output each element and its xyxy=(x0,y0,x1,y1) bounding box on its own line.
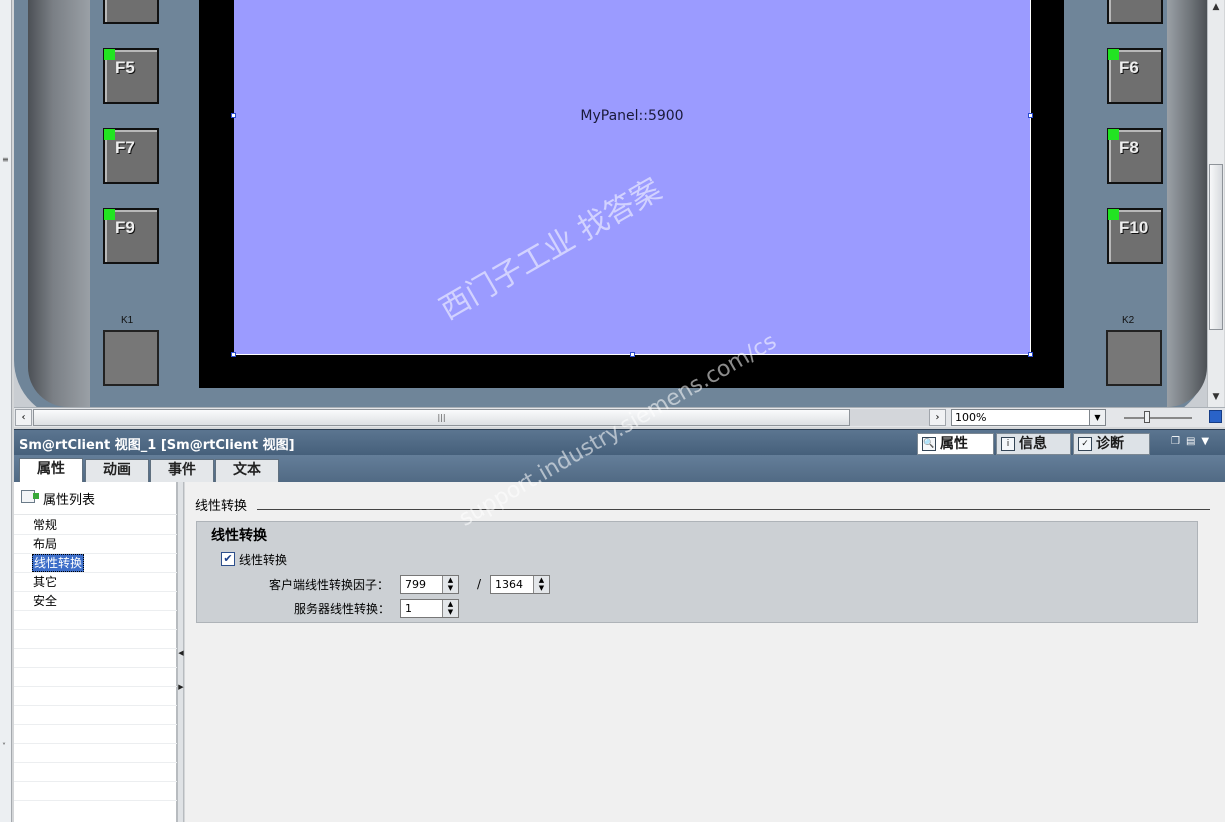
tab-diagnostics[interactable]: ✓ 诊断 xyxy=(1073,433,1150,455)
inspector-header: Sm@rtClient 视图_1 [Sm@rtClient 视图] 🔍 属性 i信… xyxy=(14,429,1225,455)
resize-handle[interactable] xyxy=(1028,352,1033,357)
chevron-down-icon[interactable]: ▼ xyxy=(1089,409,1106,426)
window-controls-icon[interactable]: ❐▤▼ xyxy=(1171,436,1215,447)
info-icon: i xyxy=(1001,437,1015,451)
scroll-right-icon[interactable]: › xyxy=(929,409,946,426)
nav-divider xyxy=(14,705,177,706)
editor-canvas: MyPanel::5900 F5 F7 F9 F6 F8 F10 K1 K2 xyxy=(14,0,1207,407)
key-led-icon xyxy=(104,209,115,220)
zoom-slider[interactable] xyxy=(1124,417,1192,419)
zoom-slider-handle[interactable] xyxy=(1144,411,1150,423)
scaling-checkbox-label: 线性转换 xyxy=(239,553,288,567)
nav-divider xyxy=(14,610,177,611)
horizontal-scrollbar: ‹ ||| › 100% ▼ xyxy=(14,407,1225,427)
key-led-icon xyxy=(104,49,115,60)
function-key-f8[interactable]: F8 xyxy=(1107,128,1163,184)
key-k2[interactable] xyxy=(1106,330,1162,386)
nav-item-layout[interactable]: 布局 xyxy=(32,535,58,553)
device-rim-left xyxy=(28,0,90,407)
diagnostics-icon: ✓ xyxy=(1078,437,1092,451)
vertical-scroll-thumb[interactable] xyxy=(1209,164,1223,330)
nav-divider xyxy=(14,762,177,763)
key-led-icon xyxy=(1108,49,1119,60)
scroll-down-icon[interactable]: ▼ xyxy=(1209,390,1223,405)
section-divider xyxy=(257,509,1210,510)
key-k1[interactable] xyxy=(103,330,159,386)
property-list-icon xyxy=(21,490,39,503)
key-led-icon xyxy=(1108,129,1119,140)
key-led-icon xyxy=(1108,209,1119,220)
group-title: 线性转换 xyxy=(211,528,267,544)
app-window: ≡ ˅ MyPanel::5900 F5 F7 F9 F6 F8 F10 K1 … xyxy=(0,0,1225,822)
horizontal-scroll-thumb[interactable]: ||| xyxy=(33,409,850,426)
resize-handle[interactable] xyxy=(231,352,236,357)
property-content: 线性转换 线性转换 ✔ 线性转换 客户端线性转换因子： 799 ▲ ▼ / 136… xyxy=(185,482,1225,822)
resize-handle[interactable] xyxy=(231,113,236,118)
nav-divider xyxy=(14,667,177,668)
spinner-arrows-icon[interactable]: ▲ ▼ xyxy=(442,600,458,617)
nav-item-misc[interactable]: 其它 xyxy=(32,573,58,591)
spinner-arrows-icon[interactable]: ▲ ▼ xyxy=(533,576,549,593)
property-nav: 属性列表 常规 布局 线性转换 其它 安全 xyxy=(14,482,177,822)
tab-info[interactable]: i 信息 xyxy=(996,433,1071,455)
k1-label: K1 xyxy=(121,315,134,326)
screen-label: MyPanel::5900 xyxy=(580,108,684,124)
device-rim-right xyxy=(1167,0,1207,407)
spinner-arrows-icon[interactable]: ▲ ▼ xyxy=(442,576,458,593)
chevron-down-icon[interactable]: ˅ xyxy=(2,742,9,751)
function-key-top-right[interactable] xyxy=(1107,0,1163,24)
nav-item-general[interactable]: 常规 xyxy=(32,516,58,534)
client-scaling-y-input[interactable]: 1364 ▲ ▼ xyxy=(490,575,550,594)
function-key-f9[interactable]: F9 xyxy=(103,208,159,264)
tab-properties-sub[interactable]: 属性 xyxy=(19,458,83,482)
tab-events[interactable]: 事件 xyxy=(150,459,214,482)
scaling-group: 线性转换 ✔ 线性转换 客户端线性转换因子： 799 ▲ ▼ / 1364 ▲ ▼ … xyxy=(196,521,1198,623)
nav-divider xyxy=(14,686,177,687)
function-key-f7[interactable]: F7 xyxy=(103,128,159,184)
client-scaling-label: 客户端线性转换因子： xyxy=(269,578,390,592)
nav-divider xyxy=(14,724,177,725)
resize-handle[interactable] xyxy=(630,352,635,357)
nav-item-security[interactable]: 安全 xyxy=(32,592,58,610)
section-title: 线性转换 xyxy=(195,499,248,514)
property-list-header[interactable]: 属性列表 xyxy=(14,482,177,515)
expand-right-icon[interactable]: ▶ xyxy=(178,682,184,692)
server-scaling-input[interactable]: 1 ▲ ▼ xyxy=(400,599,459,618)
key-led-icon xyxy=(104,129,115,140)
tab-properties[interactable]: 🔍 属性 xyxy=(917,433,994,455)
function-key-f6[interactable]: F6 xyxy=(1107,48,1163,104)
collapse-left-icon[interactable]: ◀ xyxy=(178,648,184,658)
scaling-checkbox[interactable]: ✔ xyxy=(221,552,235,566)
k2-label: K2 xyxy=(1122,315,1135,326)
resize-handle[interactable] xyxy=(1028,113,1033,118)
zoom-fit-icon[interactable] xyxy=(1209,410,1222,423)
smartclient-view[interactable]: MyPanel::5900 xyxy=(231,0,1033,357)
zoom-input[interactable]: 100% xyxy=(951,409,1106,426)
nav-divider xyxy=(14,743,177,744)
server-scaling-label: 服务器线性转换： xyxy=(294,602,391,616)
property-tab-row: 属性 动画 事件 文本 xyxy=(14,455,1225,482)
function-key-top-left[interactable] xyxy=(103,0,159,24)
nav-divider xyxy=(14,781,177,782)
function-key-f5[interactable]: F5 xyxy=(103,48,159,104)
scroll-left-icon[interactable]: ‹ xyxy=(15,409,32,426)
nav-divider xyxy=(14,629,177,630)
nav-item-scaling[interactable]: 线性转换 xyxy=(32,554,85,572)
inspector-title: Sm@rtClient 视图_1 [Sm@rtClient 视图] xyxy=(19,438,295,453)
factor-separator: / xyxy=(477,577,482,591)
function-key-f10[interactable]: F10 xyxy=(1107,208,1163,264)
grip-icon: ≡ xyxy=(2,155,9,164)
tab-animations[interactable]: 动画 xyxy=(85,459,149,482)
panel-splitter[interactable]: ◀ ▶ xyxy=(177,482,184,822)
magnifier-icon: 🔍 xyxy=(922,437,936,451)
left-panel-strip: ≡ ˅ xyxy=(0,0,12,822)
vertical-scrollbar[interactable]: ▲ ▼ xyxy=(1207,0,1224,407)
client-scaling-x-input[interactable]: 799 ▲ ▼ xyxy=(400,575,459,594)
nav-divider xyxy=(14,800,177,801)
scroll-up-icon[interactable]: ▲ xyxy=(1209,0,1223,15)
tab-texts[interactable]: 文本 xyxy=(215,459,279,482)
nav-divider xyxy=(14,648,177,649)
